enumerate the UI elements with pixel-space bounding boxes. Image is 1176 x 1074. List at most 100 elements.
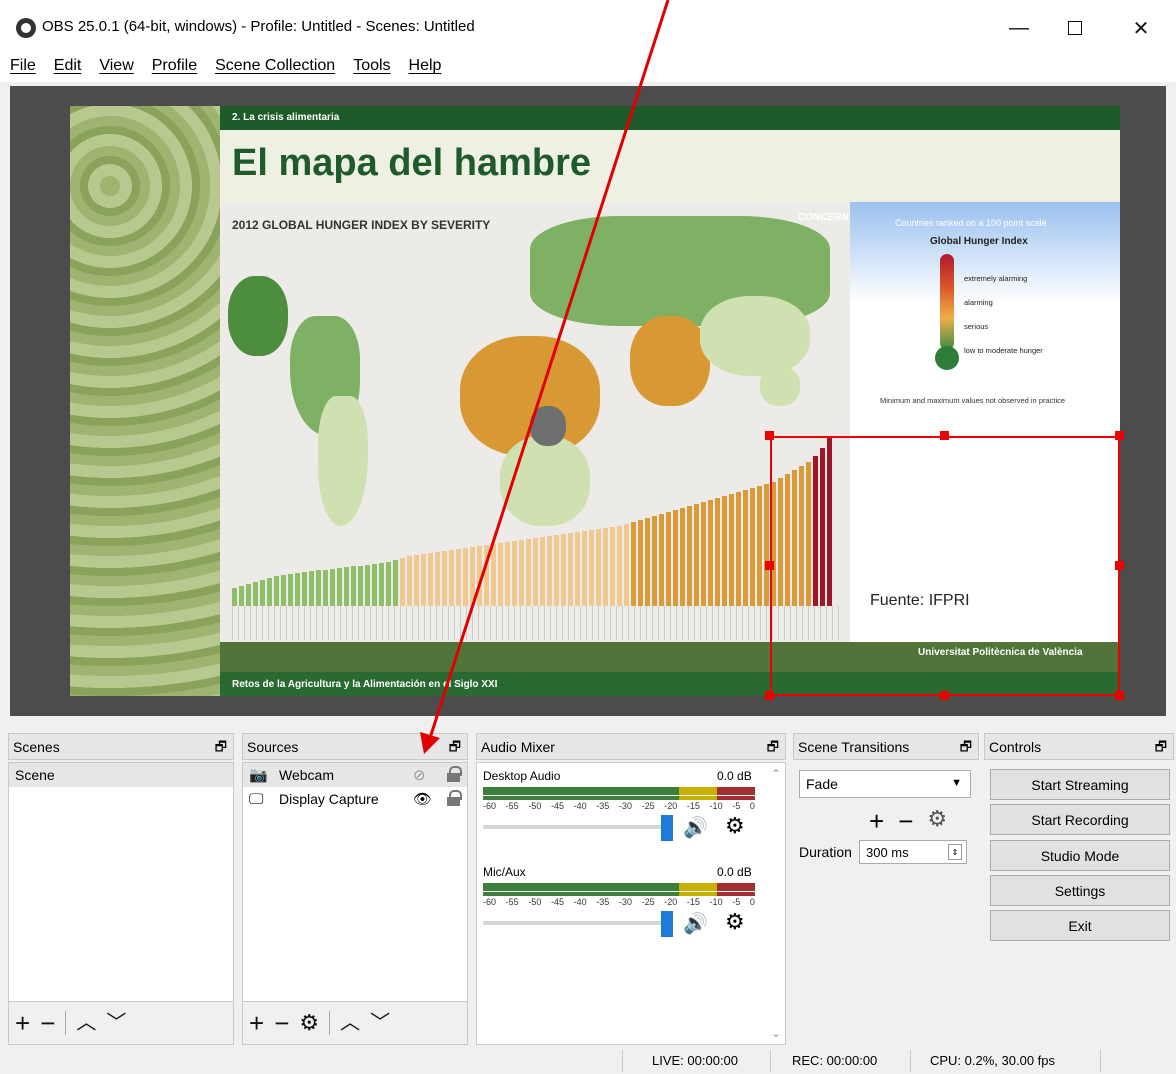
remove-scene-button[interactable]: − [40, 1010, 55, 1036]
source-selection-box[interactable] [770, 436, 1120, 696]
scenes-dock: Scenes 🗗 Scene + − ︿ ﹀ [8, 733, 234, 1045]
menu-view[interactable]: View [99, 57, 133, 75]
scenes-title: Scenes [13, 738, 60, 755]
map-region [228, 276, 288, 356]
close-button[interactable]: ✕ [1118, 10, 1164, 46]
lock-icon[interactable] [447, 790, 462, 806]
move-down-button[interactable]: ﹀ [370, 1013, 390, 1033]
source-item-display-capture[interactable]: 🖵 Display Capture 👁 [243, 787, 467, 811]
resize-handle-top-left[interactable] [765, 431, 774, 440]
settings-button[interactable]: Settings [990, 875, 1170, 906]
sources-title: Sources [247, 738, 299, 755]
toolbar-separator [65, 1011, 67, 1035]
move-up-button[interactable]: ︿ [76, 1013, 96, 1033]
channel-gear-icon[interactable]: ⚙ [725, 909, 745, 935]
controls-title: Controls [989, 738, 1042, 755]
window-title: OBS 25.0.1 (64-bit, windows) - Profile: … [42, 18, 475, 35]
float-icon[interactable]: 🗗 [767, 738, 779, 760]
status-separator [770, 1050, 771, 1072]
resize-handle-right[interactable] [1115, 561, 1124, 570]
volume-meter [483, 796, 755, 800]
slide-top-band [220, 106, 1120, 130]
menu-tools[interactable]: Tools [353, 57, 390, 75]
remove-transition-button[interactable]: − [898, 806, 913, 837]
volume-meter [483, 892, 755, 896]
add-source-button[interactable]: + [249, 1010, 264, 1036]
scene-item[interactable]: Scene [9, 763, 233, 787]
country-labels [232, 606, 842, 640]
transitions-title: Scene Transitions [798, 738, 910, 755]
menu-profile[interactable]: Profile [152, 57, 197, 75]
source-label: Display Capture [279, 791, 379, 807]
add-scene-button[interactable]: + [15, 1010, 30, 1036]
volume-slider-handle[interactable] [661, 911, 673, 937]
channel-gear-icon[interactable]: ⚙ [725, 813, 745, 839]
studio-mode-button[interactable]: Studio Mode [990, 840, 1170, 871]
resize-handle-top[interactable] [940, 431, 949, 440]
meter-scale: -60 -55 -50 -45 -40 -35 -30 -25 -20 -15 -10 -5 0 [483, 801, 755, 811]
start-recording-button[interactable]: Start Recording [990, 804, 1170, 835]
source-properties-gear-icon[interactable]: ⚙ [299, 1012, 319, 1034]
status-separator [622, 1050, 623, 1072]
transitions-body: Fade ▼ + − ⚙ Duration 300 ms ⇕ [793, 762, 979, 1045]
speaker-icon[interactable]: 🔊 [683, 815, 708, 840]
thermometer-bulb [935, 346, 959, 370]
transition-select[interactable]: Fade ▼ [799, 770, 971, 798]
menu-file[interactable]: File [10, 57, 36, 75]
resize-handle-bottom-left[interactable] [765, 691, 774, 700]
menu-scene-collection[interactable]: Scene Collection [215, 57, 335, 75]
resize-handle-bottom[interactable] [940, 691, 949, 700]
menu-help[interactable]: Help [409, 57, 442, 75]
controls-header: Controls 🗗 [984, 733, 1174, 760]
move-up-button[interactable]: ︿ [340, 1013, 360, 1033]
preview-canvas[interactable]: 2. La crisis alimentaria El mapa del ham… [10, 86, 1166, 716]
speaker-icon[interactable]: 🔊 [683, 911, 708, 936]
duration-input[interactable]: 300 ms ⇕ [859, 840, 967, 864]
title-bar: OBS 25.0.1 (64-bit, windows) - Profile: … [0, 0, 1176, 56]
channel-name: Desktop Audio [483, 769, 561, 783]
chevron-down-icon: ▼ [951, 777, 962, 789]
maximize-button[interactable] [1052, 10, 1098, 46]
volume-slider-track[interactable] [483, 825, 673, 829]
toolbar-separator [329, 1011, 331, 1035]
legend-title: Global Hunger Index [930, 236, 1028, 247]
move-down-button[interactable]: ﹀ [106, 1013, 126, 1033]
add-transition-button[interactable]: + [869, 806, 884, 837]
transition-selected: Fade [806, 776, 838, 792]
source-item-webcam[interactable]: 📷 Webcam ⊘ [243, 763, 467, 787]
eye-icon[interactable]: 👁 [413, 790, 432, 808]
thermometer-icon [940, 254, 954, 350]
menu-edit[interactable]: Edit [54, 57, 82, 75]
sources-toolbar: + − ⚙ ︿ ﹀ [242, 1001, 468, 1045]
mixer-body: Desktop Audio 0.0 dB -60 -55 -50 -45 -40 -35-… [476, 762, 786, 1045]
status-separator [1100, 1050, 1101, 1072]
resize-handle-top-right[interactable] [1115, 431, 1124, 440]
volume-slider-track[interactable] [483, 921, 673, 925]
channel-name: Mic/Aux [483, 865, 526, 879]
source-label: Webcam [279, 767, 334, 783]
eye-hidden-icon[interactable]: ⊘ [413, 766, 426, 784]
volume-slider-handle[interactable] [661, 815, 673, 841]
mixer-header: Audio Mixer 🗗 [476, 733, 786, 760]
spinner-icon[interactable]: ⇕ [948, 844, 962, 860]
live-status: LIVE: 00:00:00 [652, 1053, 739, 1068]
map-heading: 2012 GLOBAL HUNGER INDEX BY SEVERITY [232, 218, 491, 232]
float-icon[interactable]: 🗗 [960, 738, 972, 760]
slide-title: El mapa del hambre [232, 142, 592, 184]
minimize-button[interactable]: — [996, 10, 1042, 46]
transition-gear-icon[interactable]: ⚙ [927, 806, 947, 837]
exit-button[interactable]: Exit [990, 910, 1170, 941]
float-icon[interactable]: 🗗 [449, 738, 461, 760]
resize-handle-bottom-right[interactable] [1115, 691, 1124, 700]
float-icon[interactable]: 🗗 [215, 738, 227, 760]
float-icon[interactable]: 🗗 [1155, 738, 1167, 760]
mixer-title: Audio Mixer [481, 738, 555, 755]
start-streaming-button[interactable]: Start Streaming [990, 769, 1170, 800]
lock-icon[interactable] [447, 766, 462, 782]
resize-handle-left[interactable] [765, 561, 774, 570]
scroll-up-icon[interactable]: ⌃ [771, 767, 781, 781]
scroll-down-icon[interactable]: ⌄ [771, 1026, 781, 1040]
legend-level: extremely alarming [964, 274, 1028, 283]
remove-source-button[interactable]: − [274, 1010, 289, 1036]
cpu-status: CPU: 0.2%, 30.00 fps [930, 1053, 1056, 1068]
